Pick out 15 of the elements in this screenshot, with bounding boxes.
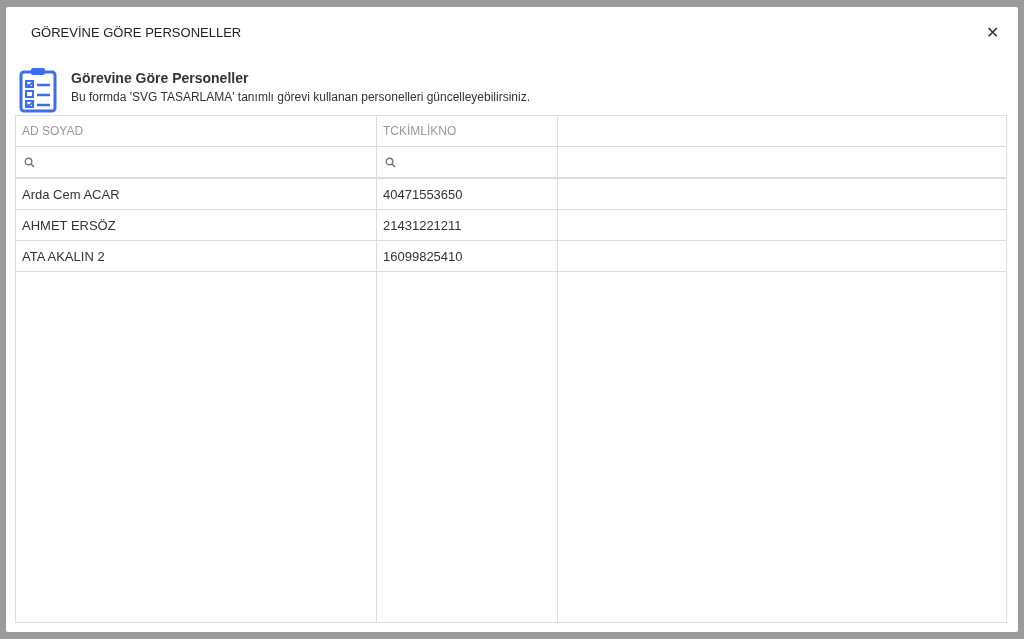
column-header[interactable]: AD SOYAD (16, 116, 377, 146)
close-button[interactable]: ✕ (978, 20, 1007, 44)
column-header[interactable]: TCKİMLİKNO (377, 116, 558, 146)
table-cell: Arda Cem ACAR (16, 179, 377, 209)
table-cell: ATA AKALIN 2 (16, 241, 377, 271)
table-cell: 16099825410 (377, 241, 558, 271)
search-icon (24, 156, 35, 168)
dialog-title: GÖREVİNE GÖRE PERSONELLER (31, 24, 242, 40)
table-cell: AHMET ERSÖZ (16, 210, 377, 240)
section-title: Görevine Göre Personeller (71, 70, 250, 86)
clipboard-checklist-icon (19, 67, 57, 113)
table-cell: 40471553650 (377, 179, 558, 209)
table-cell: 21431221211 (377, 210, 558, 240)
section-description: Bu formda 'SVG TASARLAMA' tanımlı görevi kullanan personelleri güncelleyebilirsiniz. (71, 90, 530, 104)
search-icon (385, 156, 396, 168)
